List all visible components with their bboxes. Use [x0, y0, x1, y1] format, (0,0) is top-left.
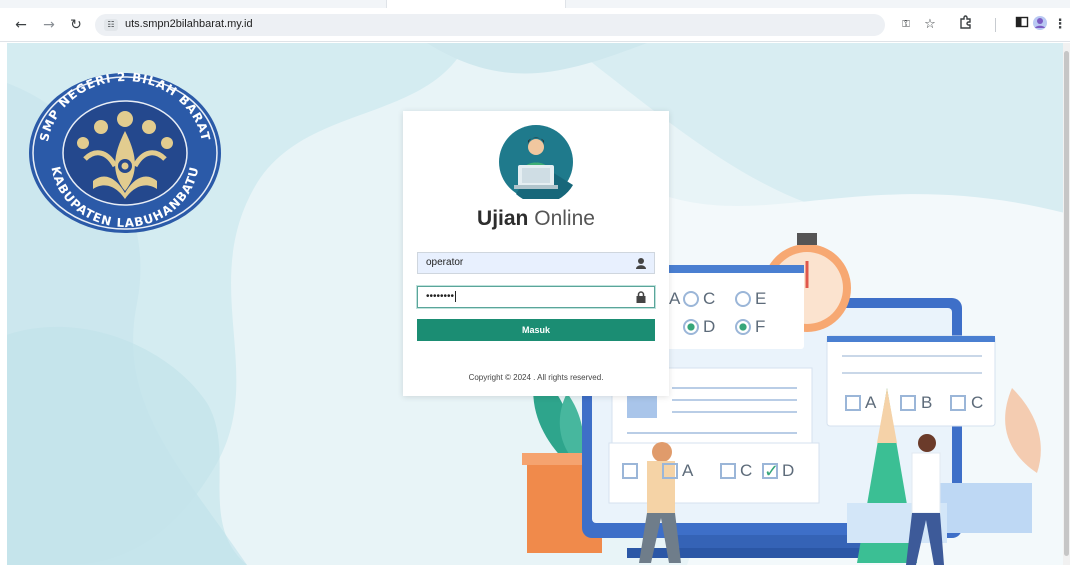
page-viewport: A C E D F A B C A C ✓ D SMP NEGERI 2 BIL… — [7, 43, 1065, 565]
copyright-text: Copyright © 2024 . All rights reserved. — [468, 373, 604, 382]
option-label: A — [682, 461, 694, 480]
address-bar[interactable]: ☷ uts.smpn2bilahbarat.my.id — [95, 14, 885, 36]
option-label: C — [740, 461, 753, 480]
forward-icon[interactable]: → — [40, 16, 58, 34]
password-value[interactable]: •••••••• — [426, 291, 457, 302]
scrollbar-thumb[interactable] — [1064, 51, 1069, 556]
option-label: E — [755, 289, 767, 308]
side-panel-icon[interactable] — [1012, 15, 1032, 35]
back-icon[interactable]: ← — [12, 16, 30, 34]
option-label: D — [703, 317, 716, 336]
lock-icon — [636, 291, 646, 303]
school-logo: SMP NEGERI 2 BILAH BARAT KABUPATEN LABUH… — [29, 71, 221, 233]
option-grid-top: A C E D F — [669, 289, 767, 336]
tab-strip — [0, 0, 1070, 8]
option-label: B — [921, 393, 933, 412]
page-scrollbar[interactable] — [1063, 43, 1070, 565]
username-field[interactable]: operator — [417, 252, 655, 274]
active-tab[interactable] — [386, 0, 566, 8]
option-label: A — [865, 393, 877, 412]
browser-chrome: ← → ↻ ☷ uts.smpn2bilahbarat.my.id ⚿ ☆ ⋮ — [0, 0, 1070, 42]
reload-icon[interactable]: ↻ — [67, 16, 85, 34]
toolbar-divider — [995, 18, 996, 32]
option-label: C — [703, 289, 716, 308]
app-title: Ujian Online — [403, 207, 669, 231]
password-field[interactable]: •••••••• — [417, 286, 655, 308]
option-label: C — [971, 393, 984, 412]
user-avatar-icon — [499, 125, 573, 199]
app-title-light: Online — [534, 207, 595, 230]
url-text[interactable]: uts.smpn2bilahbarat.my.id — [125, 18, 253, 30]
app-title-bold: Ujian — [477, 207, 529, 230]
tune-icon[interactable]: ☷ — [104, 19, 118, 31]
option-grid-bottom: A C ✓ D — [622, 461, 817, 483]
option-grid-right: A B C — [845, 393, 995, 415]
menu-kebab-icon[interactable]: ⋮ — [1050, 15, 1070, 35]
option-label: F — [755, 317, 766, 336]
user-icon — [636, 258, 646, 269]
login-button[interactable]: Masuk — [417, 319, 655, 341]
extensions-icon[interactable] — [955, 15, 975, 35]
login-card: Ujian Online operator •••••••• Masuk Cop… — [403, 111, 669, 396]
username-value[interactable]: operator — [426, 257, 463, 268]
profile-avatar-icon[interactable] — [1030, 15, 1050, 35]
password-key-icon[interactable]: ⚿ — [896, 15, 916, 35]
option-label: D — [782, 461, 795, 480]
bookmark-star-icon[interactable]: ☆ — [920, 15, 940, 35]
